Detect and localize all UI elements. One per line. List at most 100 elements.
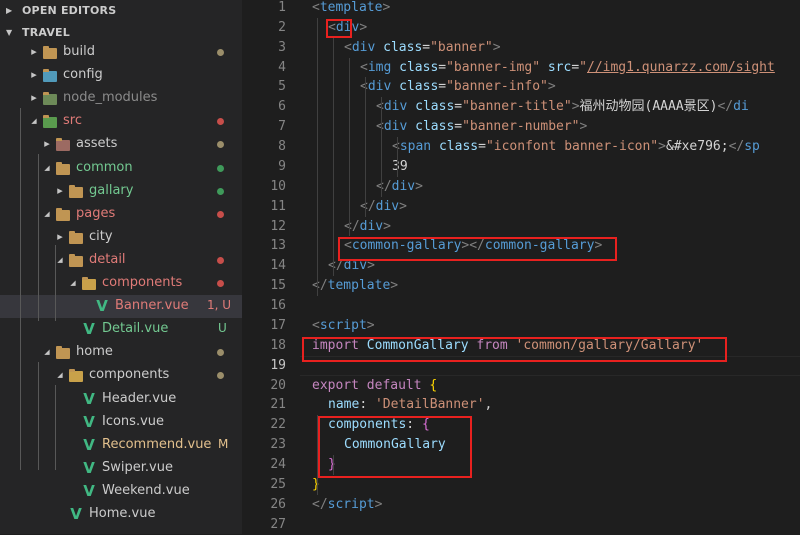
vue-file-icon: V [83,412,95,431]
folder-item-pages[interactable]: ◢ pages [0,203,242,226]
tree-item-label: gallary [89,182,134,198]
line-number: 3 [278,39,286,55]
tree-item-label: Banner.vue [115,298,189,314]
explorer-sidebar: ▶ OPEN EDITORS ▼ TRAVEL ▸ build ▸ config ▸ no… [0,0,242,534]
code-line[interactable]: <template> [312,0,390,18]
folder-item-home[interactable]: ◢ home [0,341,242,364]
line-number: 14 [270,258,286,274]
indent-guide [349,57,350,237]
folder-icon [43,46,57,59]
code-token: { [429,377,438,393]
code-token: </ [312,278,328,294]
code-token: class [383,39,423,55]
code-line[interactable]: </div> [344,217,391,237]
code-line[interactable]: <img class="banner-img" src="//img1.quna… [360,58,775,78]
open-editors-header[interactable]: ▶ OPEN EDITORS [0,0,242,22]
code-token: di [733,99,749,115]
folder-item-node-modules[interactable]: ▸ node_modules [0,87,242,110]
code-line[interactable]: </script> [312,495,382,515]
file-item-header-vue[interactable]: V Header.vue [0,388,242,411]
chevron-down-icon[interactable]: ◢ [42,164,52,172]
chevron-down-icon[interactable]: ◢ [55,371,65,379]
line-number: 23 [270,437,286,453]
code-line[interactable]: 39 [392,157,408,177]
code-token: > [383,218,391,234]
code-line[interactable]: <div class="banner-title">福州动物园(AAAA景区)<… [376,97,749,117]
git-status-dot [217,372,224,380]
line-number: 24 [270,457,286,472]
code-token: script [327,496,375,512]
folder-item-config[interactable]: ▸ config [0,64,242,87]
code-line[interactable]: <div class="banner-number"> [376,117,587,137]
indent-guide [20,108,21,470]
annotation-box-div [326,19,352,38]
indent-guide [317,17,318,297]
code-line[interactable]: <div class="banner-info"> [360,77,556,97]
folder-icon [56,207,70,221]
chevron-down-icon[interactable]: ◢ [29,117,39,125]
annotation-box-common-gallary [338,237,617,261]
code-token: template [327,278,391,294]
file-item-recommend-vue[interactable]: V Recommend.vue M [0,434,242,457]
chevron-down-icon[interactable]: ◢ [55,256,65,264]
code-token: > [390,278,399,294]
code-token: "banner-info" [446,79,548,95]
chevron-right-icon[interactable]: ▸ [55,184,65,197]
folder-item-components[interactable]: ◢ components [0,364,242,387]
code-line[interactable]: <span class="iconfont banner-icon">&#xe7… [392,137,760,157]
code-token: = [478,139,486,155]
code-token: name [328,397,360,413]
code-token: "banner-number" [462,119,580,135]
chevron-right-icon[interactable]: ▸ [29,68,39,81]
folder-item-components[interactable]: ◢ components [0,272,242,295]
code-token: div [351,39,384,55]
code-token: : [359,397,375,413]
code-token: = [454,99,463,115]
code-token: > [374,496,383,512]
file-item-home-vue[interactable]: V Home.vue [0,503,242,526]
chevron-right-icon[interactable]: ▸ [29,45,39,58]
chevron-right-icon[interactable]: ▸ [29,91,39,104]
file-item-swiper-vue[interactable]: V Swiper.vue [0,457,242,480]
file-item-banner-vue[interactable]: V Banner.vue 1, U [0,295,242,319]
tree-item-label: build [63,44,95,59]
tree-item-label: pages [76,205,116,221]
chevron-right-icon[interactable]: ▸ [42,137,52,150]
code-editor[interactable]: <template> <div> <div class="banner"> <img … [300,0,800,534]
code-token: //img1.qunarzz.com/sight [587,59,775,75]
chevron-down-icon[interactable]: ◢ [42,210,52,218]
chevron-right-icon[interactable]: ▸ [55,230,65,243]
file-item-detail-vue[interactable]: V Detail.vue U [0,318,242,341]
code-token: div [383,119,416,135]
code-line[interactable]: export default { [312,376,437,396]
code-line[interactable]: <div class="banner"> [344,38,501,58]
folder-item-detail[interactable]: ◢ detail [0,249,242,272]
folder-item-gallary[interactable]: ▸ gallary [0,180,242,203]
file-item-weekend-vue[interactable]: V Weekend.vue [0,480,242,503]
code-line[interactable]: name: 'DetailBanner', [328,395,492,415]
indent-guide [365,77,366,217]
folder-item-src[interactable]: ◢ src [0,110,242,133]
vue-file-icon: V [83,481,95,500]
code-line[interactable]: <script> [312,316,375,336]
tree-item-label: src [63,113,82,129]
folder-item-city[interactable]: ▸ city [0,226,242,249]
code-token: &#xe796; [665,139,729,155]
code-token: </ [728,139,745,155]
code-line[interactable]: </div> [360,197,407,217]
code-token: img [367,59,400,75]
folder-item-common[interactable]: ◢ common [0,157,242,180]
line-number: 16 [270,298,286,314]
folder-item-assets[interactable]: ▸ assets [0,133,242,156]
folder-item-build[interactable]: ▸ build [0,41,242,64]
code-line[interactable]: </div> [376,177,423,197]
file-item-icons-vue[interactable]: V Icons.vue [0,411,242,434]
code-token: div [375,198,400,214]
chevron-down-icon[interactable]: ◢ [68,279,78,287]
chevron-down-icon[interactable]: ◢ [42,348,52,356]
code-token: class [415,99,455,115]
folder-icon [69,230,83,244]
code-line[interactable]: </template> [312,276,398,296]
git-status-dot [217,118,224,126]
code-token: > [415,178,423,194]
